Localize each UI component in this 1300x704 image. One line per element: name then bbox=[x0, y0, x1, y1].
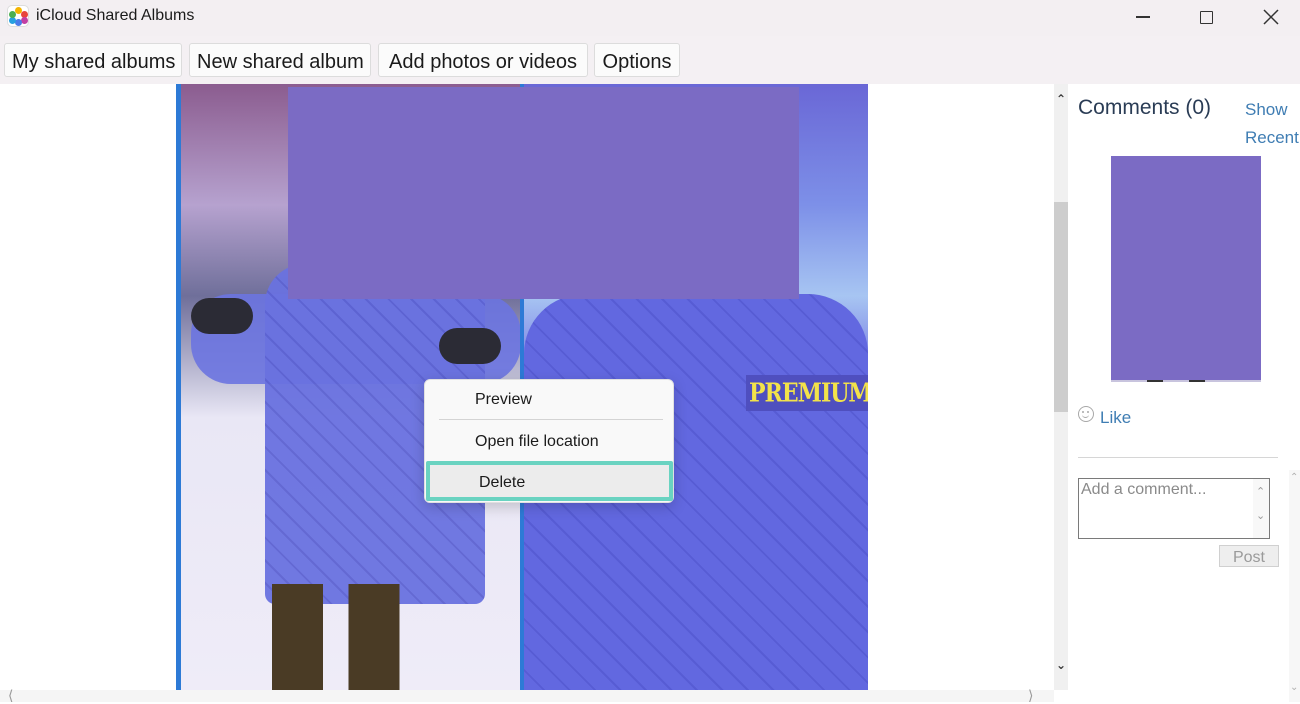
menu-item-open-file-location[interactable]: Open file location bbox=[425, 424, 675, 460]
scroll-up-icon[interactable]: ⌃ bbox=[1054, 92, 1068, 106]
photo-detail bbox=[255, 584, 425, 690]
scroll-down-icon[interactable]: ⌄ bbox=[1054, 658, 1068, 672]
menu-separator bbox=[439, 419, 663, 420]
scrollbar-thumb[interactable] bbox=[1054, 202, 1068, 412]
comments-panel: Comments (0) Show Recent Like ⌃ ⌄ Post bbox=[1068, 84, 1300, 702]
minimize-icon bbox=[1136, 16, 1150, 18]
add-photos-or-videos-button[interactable]: Add photos or videos bbox=[378, 43, 588, 77]
scroll-right-icon[interactable]: ⟩ bbox=[1028, 687, 1033, 704]
main-horizontal-scrollbar[interactable]: ⟨ ⟩ bbox=[0, 687, 1054, 704]
selected-photo-thumbnail bbox=[1111, 156, 1261, 382]
new-shared-album-button[interactable]: New shared album bbox=[189, 43, 371, 77]
chevron-down-icon[interactable]: ⌄ bbox=[1290, 682, 1298, 693]
photo-detail bbox=[439, 328, 501, 364]
smiley-icon bbox=[1078, 406, 1094, 422]
comment-box: ⌃ ⌄ bbox=[1078, 478, 1270, 539]
like-label: Like bbox=[1100, 408, 1132, 427]
title-bar: iCloud Shared Albums bbox=[0, 0, 1300, 36]
photo-detail bbox=[191, 298, 253, 334]
menu-item-preview[interactable]: Preview bbox=[425, 382, 675, 418]
thumbnail-mark bbox=[1189, 380, 1205, 382]
redaction-overlay bbox=[288, 87, 799, 299]
window-title: iCloud Shared Albums bbox=[36, 7, 195, 24]
toolbar: My shared albums New shared album Add ph… bbox=[0, 36, 1300, 84]
my-shared-albums-button[interactable]: My shared albums bbox=[4, 43, 182, 77]
show-recent-link[interactable]: Show Recent bbox=[1245, 96, 1299, 152]
context-menu: Preview Open file location Delete bbox=[424, 379, 674, 503]
chevron-up-icon[interactable]: ⌃ bbox=[1256, 485, 1265, 498]
comments-title: Comments (0) bbox=[1078, 96, 1212, 119]
post-button[interactable]: Post bbox=[1219, 545, 1279, 567]
photos-app-icon bbox=[7, 5, 29, 27]
minimize-button[interactable] bbox=[1120, 0, 1166, 34]
close-button[interactable] bbox=[1248, 0, 1294, 34]
chevron-up-icon[interactable]: ⌃ bbox=[1290, 472, 1298, 483]
thumbnail-mark bbox=[1147, 380, 1163, 382]
menu-item-delete[interactable]: Delete bbox=[426, 461, 673, 501]
scroll-left-icon[interactable]: ⟨ bbox=[8, 687, 13, 704]
panel-divider bbox=[1078, 457, 1278, 458]
maximize-icon bbox=[1199, 10, 1213, 24]
comment-box-scrollbar[interactable]: ⌃ ⌄ bbox=[1253, 479, 1269, 538]
maximize-button[interactable] bbox=[1183, 0, 1229, 34]
show-recent-label: Show Recent bbox=[1245, 100, 1299, 147]
jacket-badge-text: PREMIUM bbox=[746, 375, 868, 411]
comment-input[interactable] bbox=[1081, 481, 1249, 536]
like-button[interactable]: Like bbox=[1078, 406, 1131, 430]
main-vertical-scrollbar[interactable]: ⌃ ⌄ bbox=[1054, 84, 1068, 690]
close-icon bbox=[1263, 9, 1279, 25]
panel-vertical-scrollbar[interactable]: ⌃ ⌄ bbox=[1289, 470, 1300, 702]
chevron-down-icon[interactable]: ⌄ bbox=[1256, 509, 1265, 522]
options-button[interactable]: Options bbox=[594, 43, 680, 77]
